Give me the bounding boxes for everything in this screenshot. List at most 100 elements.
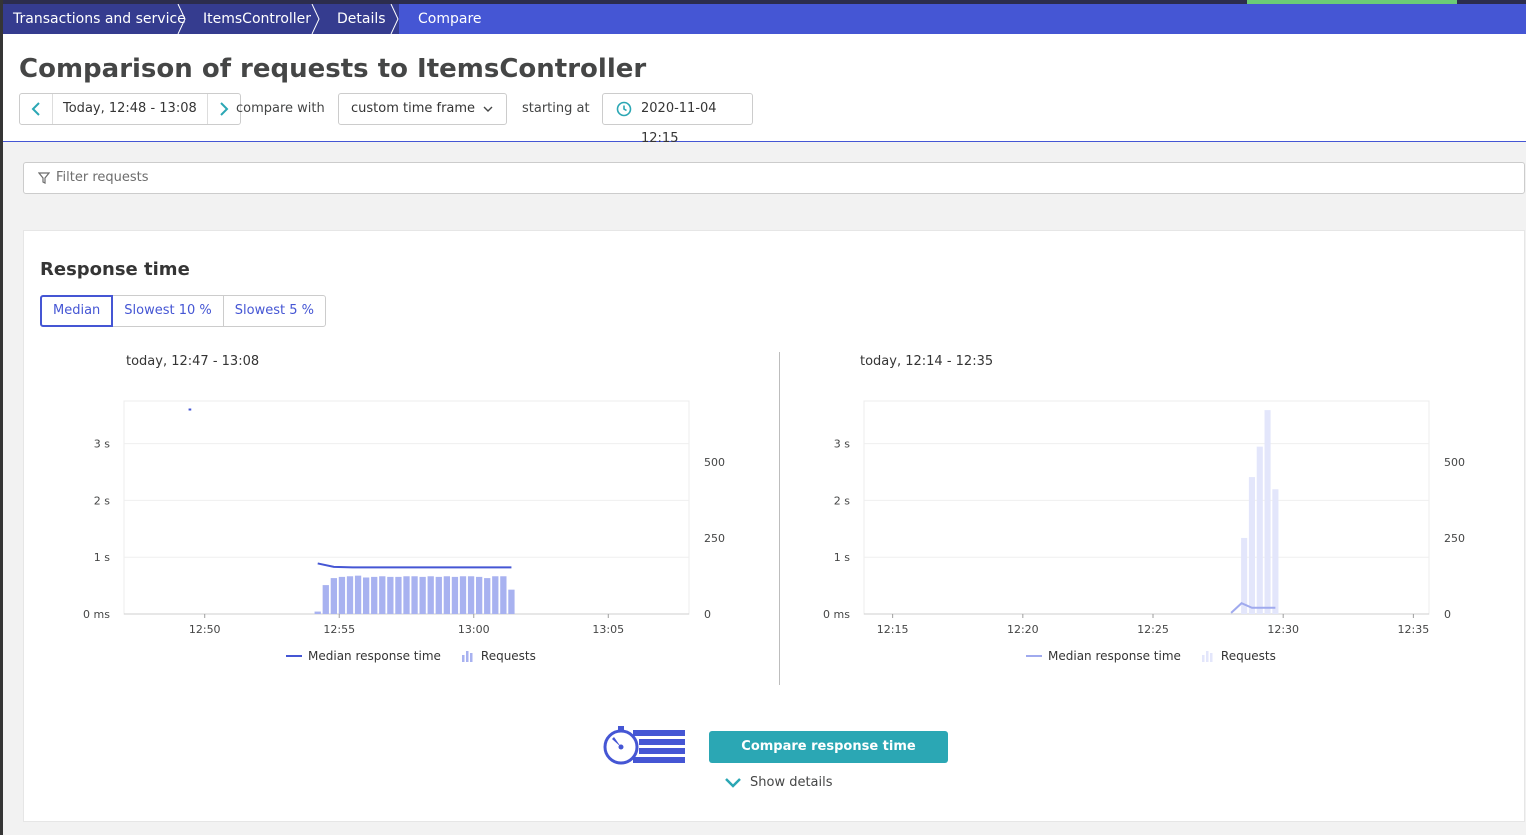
start-date-value: 2020-11-04 12:15: [641, 101, 717, 146]
bar-chart-icon: [461, 651, 473, 662]
requests-bar: [314, 611, 321, 614]
y-left-tick-label: 3 s: [94, 438, 110, 451]
breadcrumb: Transactions and services ItemsControlle…: [0, 4, 1526, 34]
requests-bar: [387, 576, 394, 614]
plot-area: [863, 400, 1430, 615]
filter-icon: [38, 172, 50, 184]
right-chart-period: today, 12:14 - 12:35: [860, 354, 994, 369]
segment-slowest-5[interactable]: Slowest 5 %: [222, 295, 326, 327]
compare-hotspots-button[interactable]: Compare response time hotspots: [709, 731, 948, 786]
y-right-tick-label: 250: [704, 532, 725, 545]
x-tick-label: 12:20: [1007, 623, 1039, 636]
y-left-tick-label: 2 s: [834, 494, 850, 507]
x-tick-label: 12:35: [1398, 623, 1430, 636]
requests-bar: [411, 576, 418, 614]
y-right-tick-label: 500: [704, 456, 725, 469]
requests-bar: [395, 576, 402, 614]
requests-bar: [467, 576, 475, 614]
requests-bar: [346, 576, 354, 614]
breadcrumb-item-details[interactable]: Details: [320, 4, 399, 34]
requests-bar: [475, 576, 483, 614]
requests-bar: [435, 576, 442, 614]
segment-median[interactable]: Median: [40, 295, 114, 327]
bar-chart-icon: [1201, 651, 1213, 662]
requests-bar: [362, 577, 370, 614]
legend-line-swatch: [286, 655, 302, 657]
percentile-toggle: Median Slowest 10 % Slowest 5 %: [40, 295, 326, 327]
y-left-tick-label: 0 ms: [83, 608, 110, 621]
requests-bar: [322, 585, 329, 614]
filter-placeholder: Filter requests: [56, 170, 149, 185]
requests-bar: [330, 578, 338, 614]
card-title: Response time: [40, 259, 190, 280]
breadcrumb-item-transactions[interactable]: Transactions and services: [0, 4, 193, 34]
filter-requests-input[interactable]: Filter requests: [23, 162, 1525, 194]
compare-with-label: compare with: [236, 101, 325, 116]
breadcrumb-label: Compare: [418, 11, 482, 27]
x-tick-label: 12:25: [1137, 623, 1169, 636]
legend-line-swatch: [1026, 655, 1042, 657]
requests-bar: [371, 576, 378, 614]
requests-bar: [451, 576, 459, 614]
requests-bar: [338, 576, 346, 614]
right-chart: 0 ms 1 s 2 s 3 s 0 250 500 12:15 12:20 12:25 12:30…: [764, 381, 1504, 671]
requests-bar: [508, 589, 515, 614]
right-chart-legend: Median response time Requests: [1026, 649, 1276, 663]
y-left-tick-label: 2 s: [94, 494, 110, 507]
page-title: Comparison of requests to ItemsControlle…: [19, 54, 647, 84]
clock-icon: [616, 101, 632, 117]
right-chart-svg: 0 ms 1 s 2 s 3 s 0 250 500 12:15 12:20 12:25 12:30…: [823, 400, 1465, 636]
x-tick-label: 13:00: [458, 623, 490, 636]
requests-bar: [403, 576, 410, 614]
y-left-tick-label: 1 s: [834, 551, 850, 564]
stopwatch-hotspots-icon: [603, 726, 685, 765]
start-date-picker[interactable]: 2020-11-04 12:15: [602, 93, 753, 146]
compare-select[interactable]: custom time frame: [338, 93, 507, 125]
y-right-tick-label: 0: [704, 608, 711, 621]
legend-label-median: Median response time: [308, 649, 441, 663]
x-tick-label: 12:50: [189, 623, 221, 636]
breadcrumb-item-compare[interactable]: Compare: [399, 4, 482, 34]
requests-bar: [443, 576, 451, 614]
y-left-tick-label: 1 s: [94, 551, 110, 564]
y-right-tick-label: 0: [1444, 608, 1451, 621]
requests-bar: [484, 578, 491, 614]
response-time-card: Response time Median Slowest 10 % Slowes…: [23, 230, 1525, 822]
x-tick-label: 12:15: [877, 623, 909, 636]
timeframe-value[interactable]: Today, 12:48 - 13:08: [52, 94, 208, 124]
requests-bar: [1272, 489, 1279, 614]
breadcrumb-label: Transactions and services: [13, 11, 194, 27]
requests-bar: [492, 576, 499, 614]
timeframe-next-button[interactable]: [208, 94, 240, 124]
compare-select-value: custom time frame: [351, 101, 476, 116]
chevron-down-icon: [483, 106, 493, 112]
requests-bar: [1264, 410, 1271, 614]
chevron-down-icon: [725, 777, 741, 788]
y-left-tick-label: 0 ms: [823, 608, 850, 621]
timeframe-prev-button[interactable]: [20, 94, 52, 124]
requests-bar: [419, 576, 426, 614]
requests-bar: [1256, 446, 1263, 614]
x-tick-label: 12:30: [1267, 623, 1299, 636]
requests-bar: [354, 575, 362, 614]
requests-bar: [459, 576, 467, 614]
show-details-toggle[interactable]: Show details: [724, 775, 833, 790]
chevron-right-icon: [220, 102, 229, 116]
requests-bar: [427, 576, 434, 614]
legend-label-median: Median response time: [1048, 649, 1181, 663]
legend-label-requests: Requests: [1220, 649, 1276, 663]
show-details-label: Show details: [750, 775, 833, 790]
requests-bar: [1248, 477, 1255, 614]
page-header: Comparison of requests to ItemsControlle…: [3, 34, 1526, 146]
y-left-tick-label: 3 s: [834, 438, 850, 451]
y-right-tick-label: 250: [1444, 532, 1465, 545]
left-chart-svg: 0 ms 1 s 2 s 3 s 0 250 500 12:50 12:55 13:00 13:05: [83, 400, 725, 636]
left-chart-legend: Median response time Requests: [286, 649, 536, 663]
segment-slowest-10[interactable]: Slowest 10 %: [112, 295, 224, 327]
left-chart-period: today, 12:47 - 13:08: [126, 354, 260, 369]
breadcrumb-label: Details: [337, 11, 386, 27]
window-edge: [0, 0, 3, 835]
requests-bar: [379, 576, 386, 614]
legend-label-requests: Requests: [480, 649, 536, 663]
breadcrumb-item-itemscontroller[interactable]: ItemsController: [186, 4, 320, 34]
